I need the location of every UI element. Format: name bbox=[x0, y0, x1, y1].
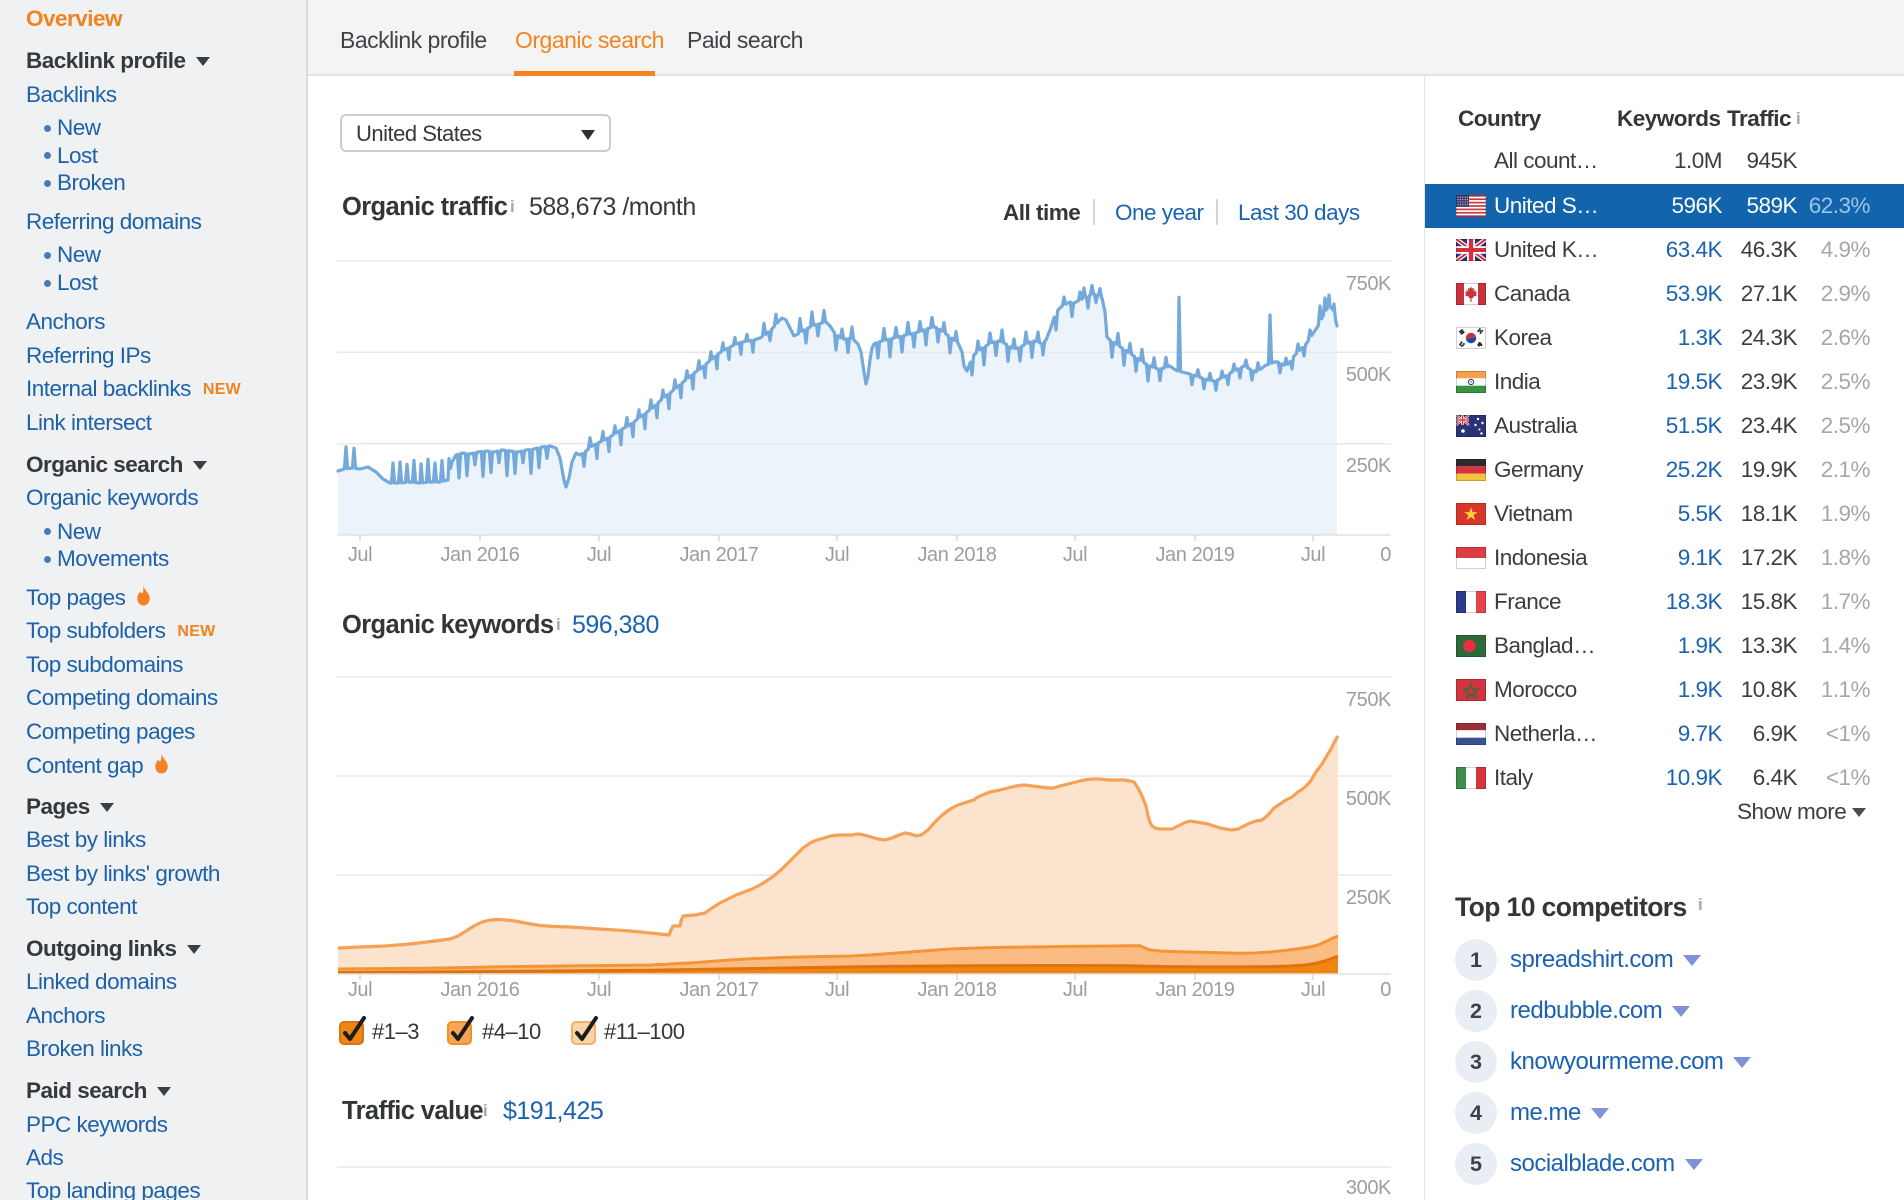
svg-text:Jul: Jul bbox=[825, 979, 849, 1001]
svg-text:Jan 2017: Jan 2017 bbox=[679, 979, 758, 1001]
svg-text:300K: 300K bbox=[1346, 1177, 1392, 1199]
svg-text:0: 0 bbox=[1380, 979, 1391, 1001]
svg-text:Jan 2019: Jan 2019 bbox=[1155, 979, 1234, 1001]
svg-text:250K: 250K bbox=[1346, 455, 1392, 477]
svg-text:0: 0 bbox=[1380, 544, 1391, 566]
svg-text:Jul: Jul bbox=[348, 979, 372, 1001]
svg-text:Jan 2016: Jan 2016 bbox=[440, 544, 519, 566]
svg-text:Jul: Jul bbox=[1063, 979, 1087, 1001]
svg-text:Jan 2018: Jan 2018 bbox=[917, 544, 996, 566]
svg-text:Jul: Jul bbox=[1301, 544, 1325, 566]
svg-text:Jan 2016: Jan 2016 bbox=[440, 979, 519, 1001]
svg-text:750K: 750K bbox=[1346, 273, 1392, 295]
svg-text:500K: 500K bbox=[1346, 788, 1392, 810]
svg-text:750K: 750K bbox=[1346, 689, 1392, 711]
svg-text:Jul: Jul bbox=[1063, 544, 1087, 566]
svg-text:Jul: Jul bbox=[587, 544, 611, 566]
svg-text:500K: 500K bbox=[1346, 364, 1392, 386]
svg-text:Jan 2018: Jan 2018 bbox=[917, 979, 996, 1001]
svg-text:Jul: Jul bbox=[1301, 979, 1325, 1001]
svg-text:Jul: Jul bbox=[348, 544, 372, 566]
svg-text:Jul: Jul bbox=[587, 979, 611, 1001]
svg-text:Jan 2017: Jan 2017 bbox=[679, 544, 758, 566]
svg-text:Jul: Jul bbox=[825, 544, 849, 566]
svg-text:Jan 2019: Jan 2019 bbox=[1155, 544, 1234, 566]
svg-text:250K: 250K bbox=[1346, 887, 1392, 909]
